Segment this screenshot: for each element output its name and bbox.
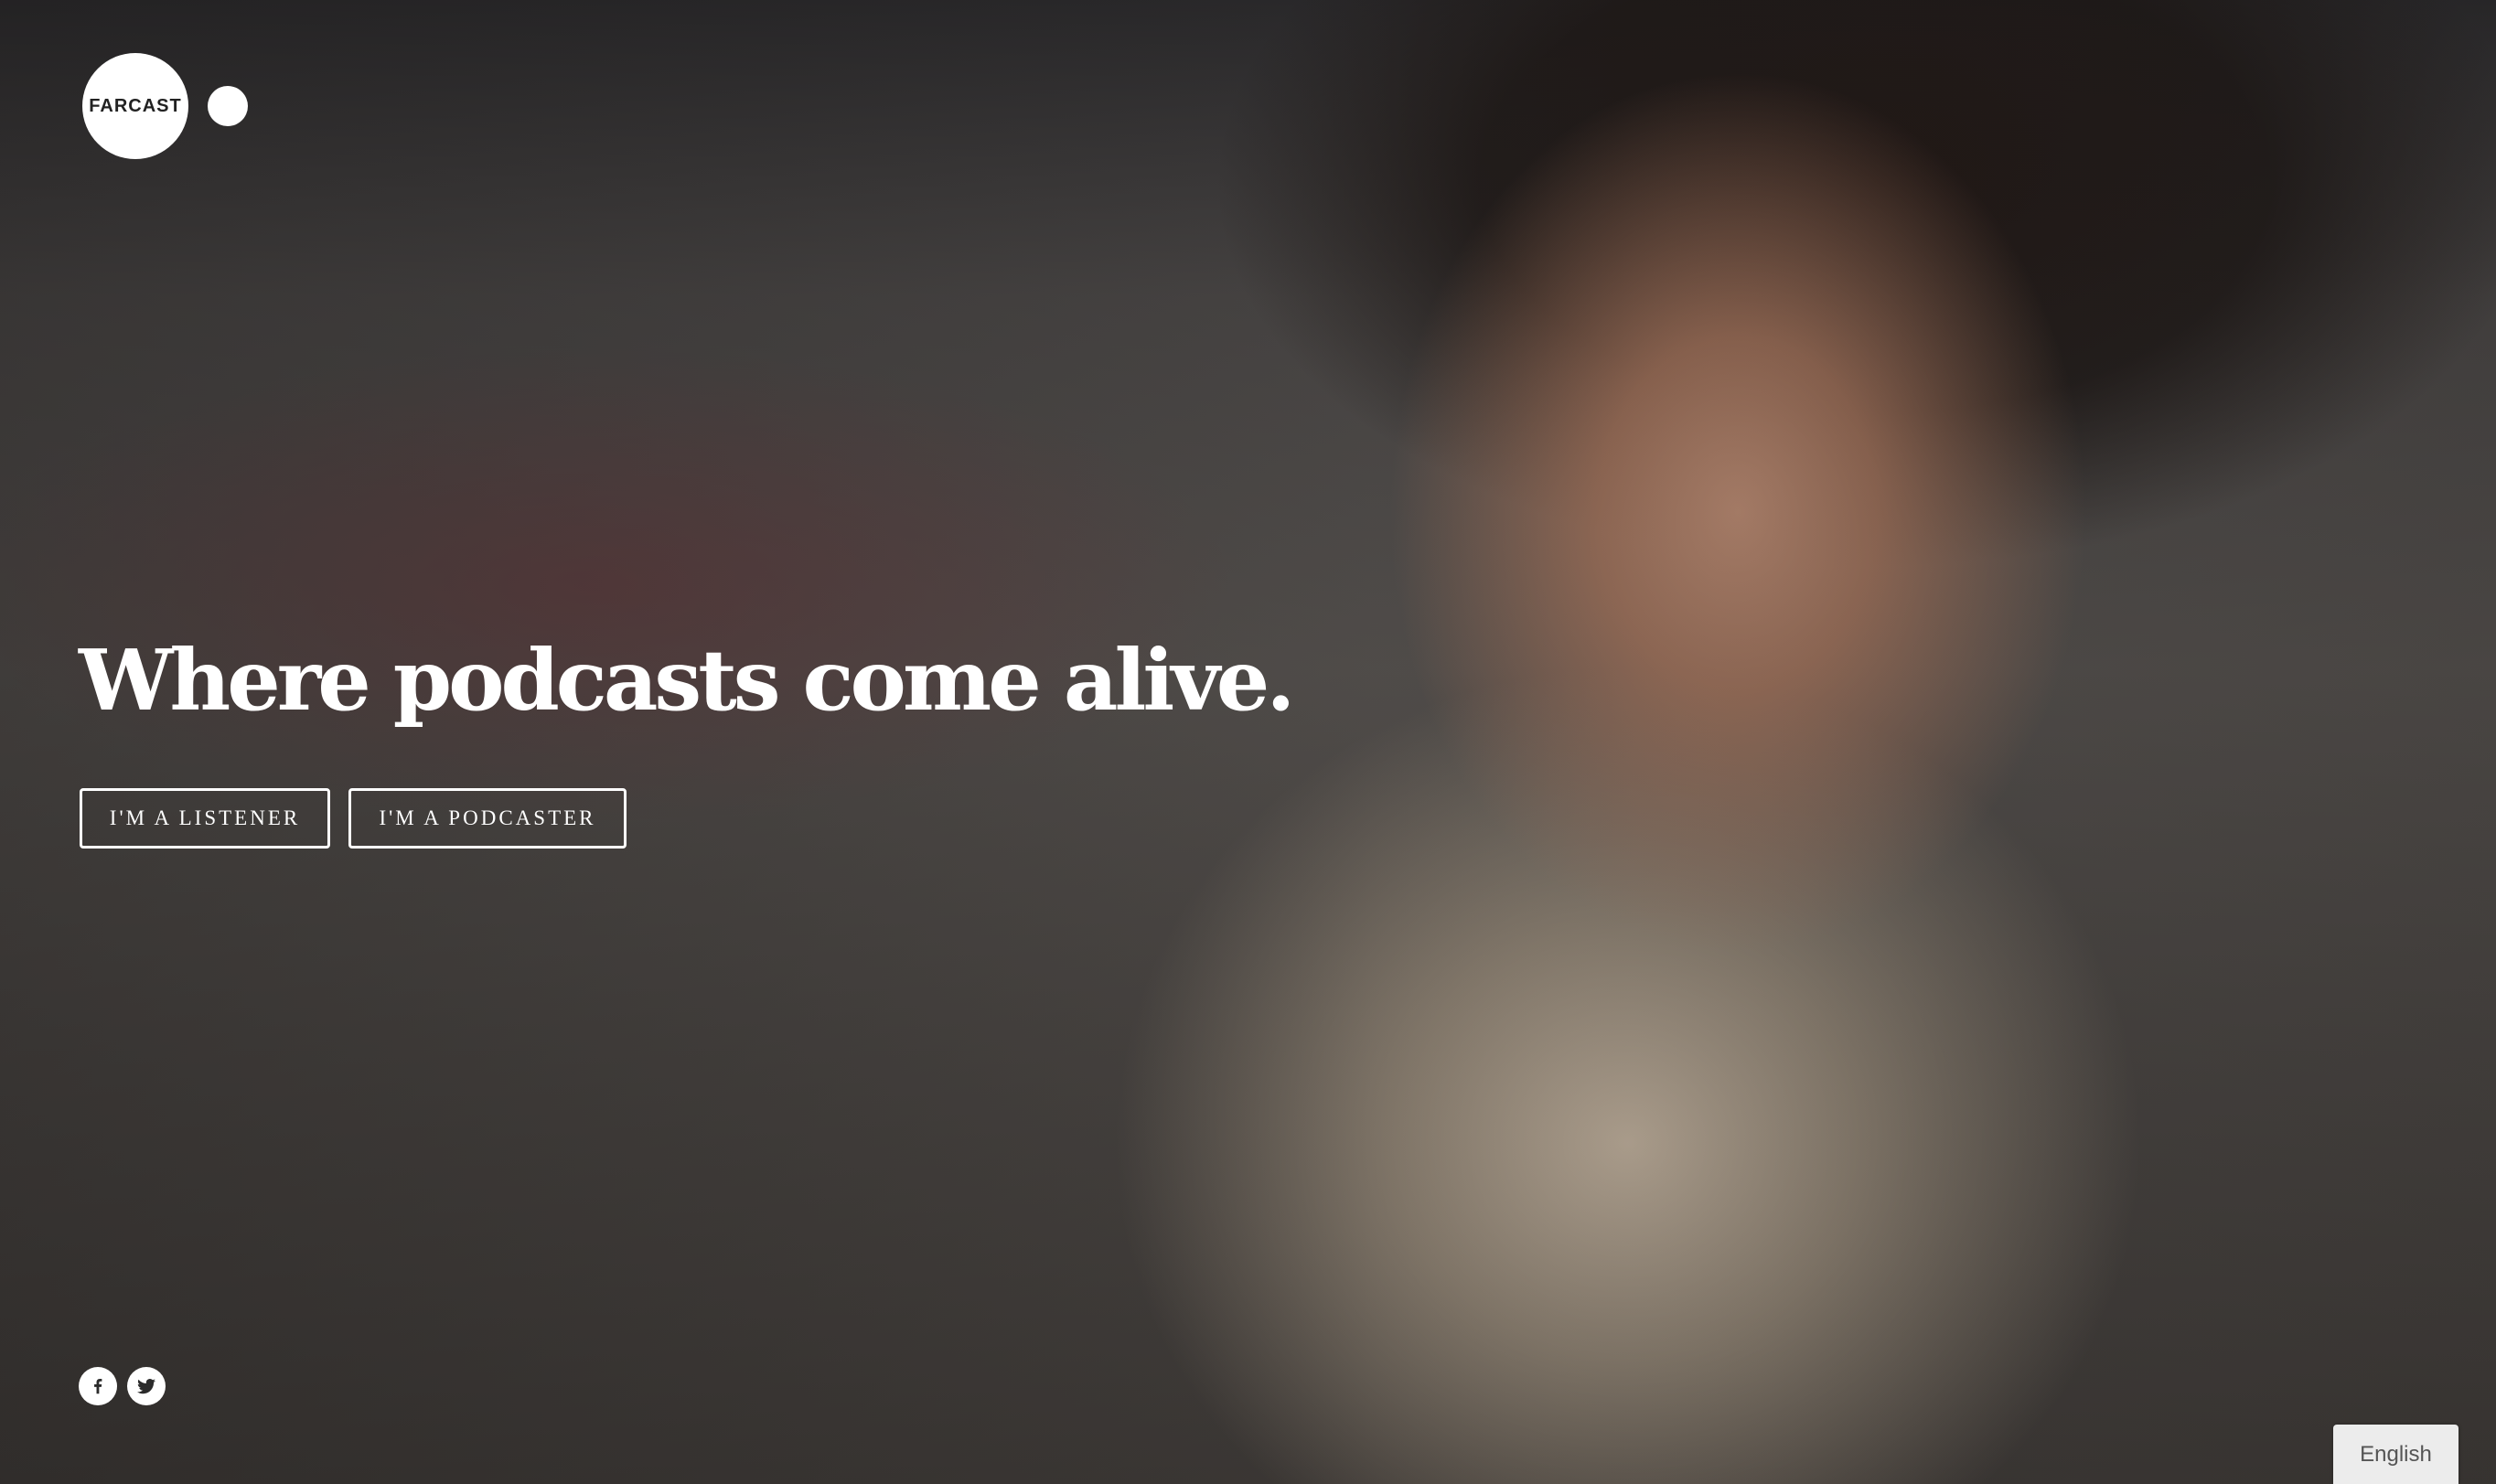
twitter-icon <box>137 1379 155 1394</box>
farcast-logo[interactable]: FARCAST <box>82 53 188 159</box>
hero-background-image <box>0 0 2496 1484</box>
language-selector[interactable]: English <box>2333 1425 2459 1484</box>
twitter-link[interactable] <box>127 1367 166 1405</box>
listener-button[interactable]: I'M A LISTENER <box>80 788 330 849</box>
logo-text: FARCAST <box>89 95 182 116</box>
facebook-icon <box>94 1379 102 1394</box>
podcaster-button[interactable]: I'M A PODCASTER <box>348 788 627 849</box>
hero-headline: Where podcasts come alive. <box>79 631 1295 730</box>
facebook-link[interactable] <box>79 1367 117 1405</box>
logo-dot <box>208 86 248 126</box>
